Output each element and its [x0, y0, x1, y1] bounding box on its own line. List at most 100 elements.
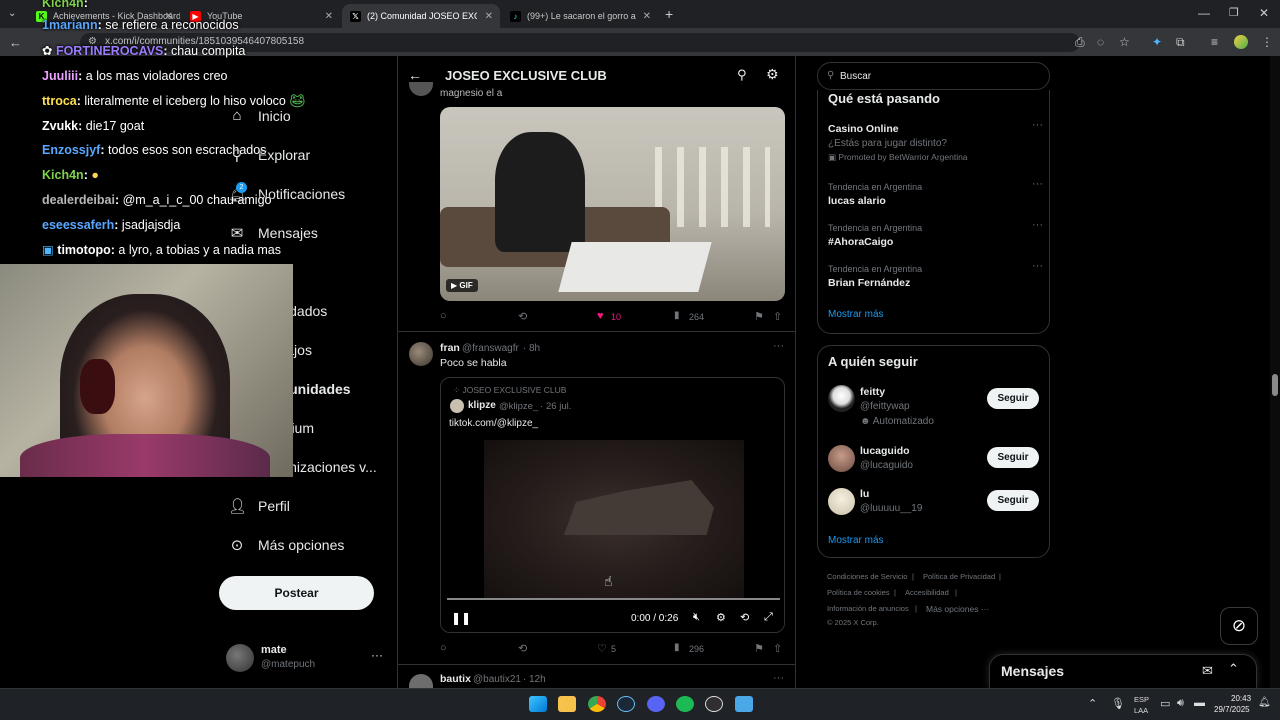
video-progress-track[interactable]: [447, 598, 780, 600]
like-icon[interactable]: ♡: [597, 642, 607, 655]
share-icon[interactable]: ⇧: [773, 310, 782, 323]
avatar[interactable]: [828, 488, 855, 515]
more-icon[interactable]: ···: [1032, 119, 1043, 131]
fullscreen-icon[interactable]: ⤢: [764, 611, 773, 624]
chrome-icon[interactable]: [588, 696, 606, 712]
follow-button[interactable]: Seguir: [987, 490, 1039, 511]
puzzle-icon[interactable]: ⧉: [1176, 35, 1185, 50]
post-handle[interactable]: @bautix21: [473, 674, 521, 685]
volume-off-icon[interactable]: 🔇︎: [693, 611, 700, 624]
footer-ads-info[interactable]: Información de anuncios: [827, 604, 909, 613]
sidebar-item-profile[interactable]: 👤︎ Perfil: [228, 497, 290, 515]
post-author[interactable]: fran: [440, 342, 460, 354]
back-icon[interactable]: ←: [9, 35, 22, 50]
ad-item[interactable]: Casino Online ¿Estás para jugar distinto…: [828, 119, 1043, 163]
post-button[interactable]: Postear: [219, 576, 374, 610]
follow-name[interactable]: lu: [860, 488, 869, 500]
footer-terms[interactable]: Condiciones de Servicio: [827, 572, 907, 581]
quoted-post[interactable]: ⁘ JOSEO EXCLUSIVE CLUB klipze @klipze_ ·…: [440, 377, 785, 633]
pause-icon[interactable]: ❚❚: [451, 611, 471, 625]
post-time[interactable]: 12h: [529, 674, 546, 685]
steam-icon[interactable]: [617, 696, 635, 712]
post-author[interactable]: bautix: [440, 673, 471, 685]
trend-item[interactable]: Tendencia en Argentina Brian Fernández ·…: [828, 260, 1043, 289]
views-icon[interactable]: ▮: [674, 642, 680, 653]
views-icon[interactable]: ▮: [674, 310, 680, 321]
footer-cookies[interactable]: Política de cookies: [827, 588, 890, 597]
reply-icon[interactable]: ○: [440, 642, 447, 654]
eye-off-icon[interactable]: ◌: [1097, 35, 1104, 49]
volume-icon[interactable]: 🔊︎: [1177, 697, 1184, 710]
messages-drawer[interactable]: Mensajes ✉ ⌃: [989, 654, 1257, 688]
menu-icon[interactable]: ⋮: [1261, 35, 1273, 49]
video-player[interactable]: ❚❚ 0:00 / 0:26 🔇︎ ⚙ ⟲ ⤢: [441, 440, 784, 632]
system-tray-chevron-icon[interactable]: ⌃: [1088, 697, 1097, 710]
grok-button[interactable]: ⊘: [1220, 607, 1258, 645]
tab-tiktok[interactable]: ♪ (99+) Le sacaron el gorro a Rag ✕: [502, 4, 658, 28]
footer-privacy[interactable]: Política de Privacidad: [923, 572, 995, 581]
share-icon[interactable]: ⇧: [773, 642, 782, 655]
microphone-icon[interactable]: 🎙︎: [1111, 697, 1125, 710]
more-icon[interactable]: ···: [773, 672, 784, 684]
more-icon[interactable]: ···: [1032, 219, 1043, 231]
network-icon[interactable]: ▭: [1160, 697, 1170, 710]
clock-time[interactable]: 20:43: [1231, 694, 1251, 703]
new-tab-button[interactable]: +: [665, 6, 673, 22]
settings-icon[interactable]: ⚙: [766, 66, 779, 83]
avatar[interactable]: [409, 342, 433, 366]
discord-icon[interactable]: [647, 696, 665, 712]
avatar[interactable]: [828, 445, 855, 472]
tab-search-icon[interactable]: ⌄: [8, 8, 16, 19]
extension-icon[interactable]: ✦: [1152, 35, 1162, 49]
tab-x-community[interactable]: 𝕏 (2) Comunidad JOSEO EXCLUSI ✕: [342, 4, 500, 28]
avatar[interactable]: [828, 385, 855, 412]
lang-layout[interactable]: LAA: [1134, 706, 1148, 715]
scrollbar-thumb[interactable]: [1272, 374, 1278, 396]
close-icon[interactable]: ✕: [643, 11, 651, 22]
search-input[interactable]: Buscar: [840, 71, 871, 82]
reply-icon[interactable]: ○: [440, 310, 447, 322]
windows-start-icon[interactable]: [529, 696, 547, 712]
retweet-icon[interactable]: ⟲: [518, 642, 527, 655]
restore-button[interactable]: ❐: [1229, 6, 1239, 19]
loop-icon[interactable]: ⟲: [740, 611, 749, 624]
retweet-icon[interactable]: ⟲: [518, 310, 527, 323]
search-icon[interactable]: ⚲: [737, 67, 747, 83]
like-icon[interactable]: ♥: [597, 310, 604, 322]
star-icon[interactable]: ☆: [1119, 35, 1130, 49]
expand-icon[interactable]: ⌃: [1228, 661, 1239, 677]
more-icon[interactable]: ···: [1032, 260, 1043, 272]
search-box[interactable]: ⚲ Buscar: [817, 62, 1050, 90]
close-icon[interactable]: ✕: [485, 11, 493, 22]
follow-button[interactable]: Seguir: [987, 388, 1039, 409]
settings-icon[interactable]: ⚙: [716, 611, 726, 624]
show-more-link[interactable]: Mostrar más: [828, 309, 884, 320]
new-message-icon[interactable]: ✉: [1202, 663, 1213, 679]
follow-button[interactable]: Seguir: [987, 447, 1039, 468]
bookmark-icon[interactable]: ⚑: [754, 310, 764, 323]
trend-item[interactable]: Tendencia en Argentina lucas alario ···: [828, 178, 1043, 207]
follow-name[interactable]: feitty: [860, 386, 885, 398]
obs-icon[interactable]: [705, 696, 723, 712]
sidebar-item-more[interactable]: ⊙ Más opciones: [228, 536, 345, 554]
sidebar-item-messages[interactable]: ✉ Mensajes: [228, 224, 318, 242]
more-icon[interactable]: ···: [773, 340, 784, 352]
sidebar-item-home[interactable]: ⌂ Inicio: [228, 107, 290, 124]
profile-avatar[interactable]: [1234, 35, 1248, 49]
more-icon[interactable]: ···: [1032, 178, 1043, 190]
file-explorer-icon[interactable]: [558, 696, 576, 712]
close-window-button[interactable]: ✕: [1259, 6, 1269, 20]
notepad-icon[interactable]: [735, 696, 753, 712]
account-switcher[interactable]: mate @matepuch ···: [226, 642, 386, 676]
clock-date[interactable]: 29/7/2025: [1214, 705, 1250, 714]
follow-name[interactable]: lucaguido: [860, 445, 910, 457]
bookmark-icon[interactable]: ⚑: [754, 642, 764, 655]
trend-item[interactable]: Tendencia en Argentina #AhoraCaigo ···: [828, 219, 1043, 248]
back-arrow-icon[interactable]: ←: [408, 67, 422, 83]
minimize-button[interactable]: —: [1198, 6, 1210, 20]
post-time[interactable]: 8h: [529, 343, 540, 354]
footer-accessibility[interactable]: Accesibilidad: [905, 588, 949, 597]
close-icon[interactable]: ✕: [325, 11, 333, 22]
spotify-icon[interactable]: [676, 696, 694, 712]
reading-list-icon[interactable]: ≡: [1211, 35, 1218, 49]
